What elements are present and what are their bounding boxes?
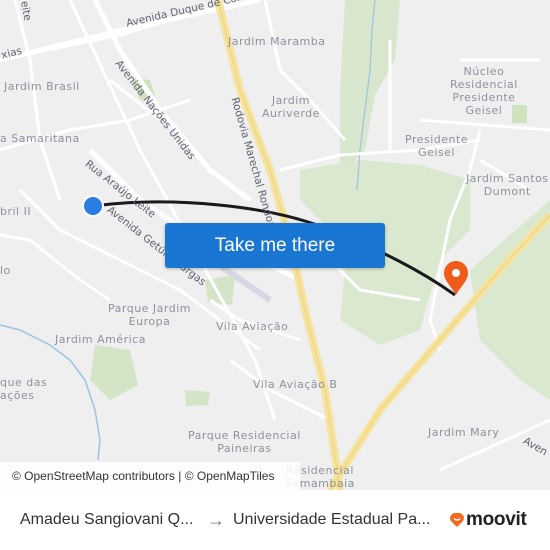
- neighborhood-label: Jardim Auriverde: [262, 94, 320, 120]
- origin-name: Amadeu Sangiovani Q...: [20, 511, 194, 528]
- take-me-there-button[interactable]: Take me there: [165, 223, 385, 268]
- map-attribution: © OpenStreetMap contributors | © OpenMap…: [0, 462, 300, 490]
- map[interactable]: Jardim Brasil a Samaritana bril II lo Ja…: [0, 0, 550, 490]
- omt-attribution-link[interactable]: © OpenMapTiles: [185, 469, 275, 483]
- neighborhood-label: Parque Jardim Europa: [108, 302, 191, 328]
- neighborhood-label: Jardim América: [55, 333, 146, 346]
- attribution-separator: |: [174, 469, 185, 483]
- park-area: [90, 345, 138, 400]
- footer-bar: Amadeu Sangiovani Q... → Universidade Es…: [0, 490, 550, 550]
- neighborhood-label: a Samaritana: [0, 132, 80, 145]
- arrow-right-icon: →: [207, 509, 225, 530]
- neighborhood-label: bril II: [0, 205, 32, 218]
- park-area: [185, 390, 210, 406]
- origin-marker: [82, 195, 104, 217]
- neighborhood-label: lo: [0, 264, 11, 277]
- destination-name: Universidade Estadual Pa...: [233, 511, 431, 528]
- moovit-wordmark: moovit: [466, 509, 527, 530]
- neighborhood-label: Vila Aviação B: [253, 378, 338, 391]
- neighborhood-label: Parque Residencial Paineiras: [188, 429, 301, 455]
- neighborhood-label: Núcleo Residencial Presidente Geisel: [450, 65, 518, 117]
- osm-attribution-link[interactable]: © OpenStreetMap contributors: [12, 469, 175, 483]
- neighborhood-label: Vila Aviação: [216, 320, 289, 333]
- neighborhood-label: Presidente Geisel: [405, 133, 469, 159]
- moovit-pin-icon: [450, 513, 464, 527]
- neighborhood-label: Jardim Brasil: [4, 80, 80, 93]
- neighborhood-label: Jardim Santos Dumont: [466, 172, 549, 198]
- moovit-logo[interactable]: moovit: [450, 509, 527, 531]
- neighborhood-label: que das ações: [0, 376, 48, 402]
- neighborhood-label: Jardim Mary: [428, 426, 500, 439]
- neighborhood-label: Jardim Maramba: [228, 35, 326, 48]
